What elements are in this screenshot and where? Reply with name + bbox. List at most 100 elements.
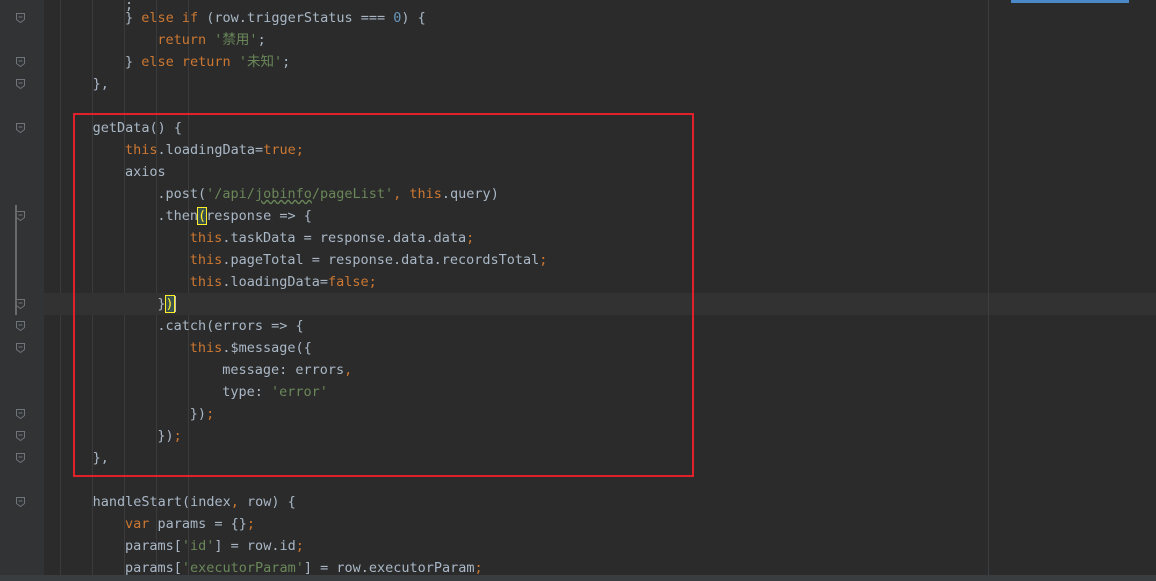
- code-token: .loadingData=: [157, 142, 264, 158]
- code-editor[interactable]: ;} else if (row.triggerStatus === 0) {re…: [44, 0, 1156, 581]
- code-token: type:: [222, 384, 271, 400]
- fold-toggle-icon[interactable]: [16, 453, 25, 463]
- code-line[interactable]: return '禁用';: [44, 29, 1156, 51]
- fold-toggle-icon[interactable]: [16, 299, 25, 309]
- keyword-token: this: [189, 274, 223, 290]
- vcs-change-marker[interactable]: [15, 205, 17, 315]
- keyword-token: else return: [141, 54, 239, 70]
- code-line[interactable]: params['id'] = row.id;: [44, 535, 1156, 557]
- code-text: type: 'error': [222, 381, 328, 403]
- code-token: .taskData = response.data.data: [222, 230, 467, 246]
- fold-toggle-icon[interactable]: [16, 497, 25, 507]
- code-line[interactable]: message: errors,: [44, 359, 1156, 381]
- code-line[interactable]: var params = {};: [44, 513, 1156, 535]
- fold-toggle-icon[interactable]: [16, 343, 25, 353]
- code-token: handleStart(index: [92, 494, 231, 510]
- fold-toggle-icon[interactable]: [16, 409, 25, 419]
- code-text: this.pageTotal = response.data.recordsTo…: [190, 249, 548, 271]
- code-token: }: [157, 296, 166, 312]
- code-line[interactable]: }): [44, 293, 1156, 315]
- code-line[interactable]: });: [44, 403, 1156, 425]
- code-token: jobinfo: [254, 186, 312, 202]
- code-text: });: [157, 425, 181, 447]
- code-text: this.loadingData=true;: [125, 139, 304, 161]
- scroll-indicator[interactable]: [1011, 0, 1129, 3]
- keyword-token: ;: [466, 230, 475, 246]
- right-margin-guide: [988, 0, 989, 581]
- code-text: var params = {};: [125, 513, 255, 535]
- code-line[interactable]: .post('/api/jobinfo/pageList', this.quer…: [44, 183, 1156, 205]
- string-token: '/api/: [206, 186, 255, 202]
- string-token: 'executorParam': [181, 560, 304, 576]
- code-token: }): [157, 428, 174, 444]
- fold-toggle-icon[interactable]: [16, 123, 25, 133]
- code-line[interactable]: this.loadingData=false;: [44, 271, 1156, 293]
- code-token: ] = row.executorParam: [303, 560, 475, 576]
- code-token: params = {}: [157, 516, 247, 532]
- code-token: }: [125, 10, 142, 26]
- keyword-token: this: [409, 186, 442, 202]
- keyword-token: else if: [141, 10, 199, 26]
- code-line[interactable]: this.taskData = response.data.data;: [44, 227, 1156, 249]
- fold-toggle-icon[interactable]: [16, 79, 25, 89]
- code-token: .pageTotal = response.data.recordsTotal: [222, 252, 540, 268]
- code-text: .post('/api/jobinfo/pageList', this.quer…: [157, 183, 498, 205]
- code-line[interactable]: .then(response => {: [44, 205, 1156, 227]
- code-token: .post(: [157, 186, 207, 202]
- keyword-token: ;: [295, 538, 304, 554]
- code-line[interactable]: });: [44, 425, 1156, 447]
- horizontal-scrollbar[interactable]: [0, 575, 1156, 581]
- code-line[interactable]: } else if (row.triggerStatus === 0) {: [44, 7, 1156, 29]
- code-token: .then: [157, 208, 199, 224]
- keyword-token: this: [189, 340, 223, 356]
- code-token: row) {: [247, 494, 296, 510]
- fold-toggle-icon[interactable]: [16, 57, 25, 67]
- keyword-token: ,: [344, 362, 353, 378]
- code-text: } else return '未知';: [125, 51, 290, 73]
- code-text: this.$message({: [190, 337, 312, 359]
- code-token: params[: [125, 560, 182, 576]
- code-token: }: [125, 54, 142, 70]
- code-line[interactable]: this.$message({: [44, 337, 1156, 359]
- code-line[interactable]: } else return '未知';: [44, 51, 1156, 73]
- fold-toggle-icon[interactable]: [16, 13, 25, 23]
- code-token: ;: [282, 54, 291, 70]
- keyword-token: ,: [393, 186, 410, 202]
- code-token: },: [92, 450, 109, 466]
- code-token: .catch(errors => {: [157, 318, 304, 334]
- code-text: getData() {: [93, 117, 182, 139]
- code-text: this.loadingData=false;: [190, 271, 377, 293]
- code-token: ) {: [401, 10, 426, 26]
- fold-toggle-icon[interactable]: [16, 431, 25, 441]
- code-line[interactable]: this.pageTotal = response.data.recordsTo…: [44, 249, 1156, 271]
- string-token: 'id': [181, 538, 215, 554]
- code-token: response => {: [206, 208, 312, 224]
- code-token: ] = row.id: [214, 538, 296, 554]
- code-token: (row.triggerStatus ===: [198, 10, 394, 26]
- code-token: getData() {: [92, 120, 182, 136]
- fold-toggle-icon[interactable]: [16, 211, 25, 221]
- code-token: },: [92, 76, 109, 92]
- code-line[interactable]: handleStart(index, row) {: [44, 491, 1156, 513]
- code-text: message: errors,: [222, 359, 352, 381]
- code-text: });: [190, 403, 214, 425]
- code-line[interactable]: },: [44, 73, 1156, 95]
- keyword-token: this: [125, 142, 158, 158]
- code-token: .query): [441, 186, 499, 202]
- code-text: handleStart(index, row) {: [93, 491, 296, 513]
- keyword-token: this: [189, 230, 223, 246]
- code-line[interactable]: this.loadingData=true;: [44, 139, 1156, 161]
- code-line[interactable]: .catch(errors => {: [44, 315, 1156, 337]
- code-token: params[: [125, 538, 182, 554]
- code-line[interactable]: type: 'error': [44, 381, 1156, 403]
- string-token: '未知': [238, 54, 283, 70]
- code-line[interactable]: },: [44, 447, 1156, 469]
- code-token: (: [197, 207, 208, 225]
- code-line[interactable]: axios: [44, 161, 1156, 183]
- code-text: .then(response => {: [157, 205, 312, 227]
- fold-toggle-icon[interactable]: [16, 321, 25, 331]
- code-line[interactable]: getData() {: [44, 117, 1156, 139]
- code-text: return '禁用';: [157, 29, 265, 51]
- code-text: params['id'] = row.id;: [125, 535, 304, 557]
- editor-gutter[interactable]: [0, 0, 44, 581]
